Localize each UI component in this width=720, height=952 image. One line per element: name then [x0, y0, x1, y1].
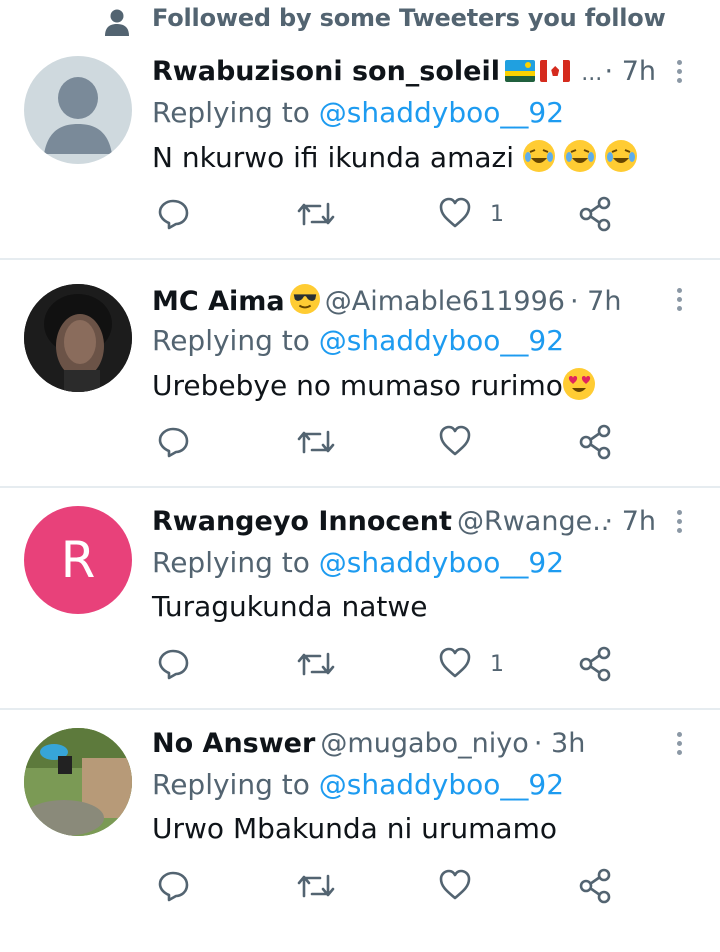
more-options-icon[interactable]: [676, 732, 684, 760]
share-icon: [579, 424, 611, 460]
tweet-time[interactable]: · 3h: [534, 728, 585, 759]
author-handle-ellipsis: ...: [581, 61, 603, 86]
tweet-time[interactable]: · 7h: [605, 506, 656, 537]
reply-context: Replying to @shaddyboo__92: [152, 96, 564, 129]
more-options-icon[interactable]: [676, 288, 684, 316]
retweet-icon: [297, 430, 335, 454]
author-handle[interactable]: @mugabo_niyo: [320, 728, 528, 759]
like-count: 1: [490, 202, 504, 227]
author-name[interactable]: MC Aima: [152, 286, 285, 317]
heart-icon: [439, 647, 471, 678]
reply-mention-link[interactable]: @shaddyboo__92: [319, 546, 564, 579]
profile-photo-icon: [24, 728, 132, 836]
reply-prefix: Replying to: [152, 546, 310, 579]
reply-mention-link[interactable]: @shaddyboo__92: [319, 324, 564, 357]
tears-of-joy-emoji-icon: [522, 140, 555, 172]
reply-context: Replying to @shaddyboo__92: [152, 768, 564, 801]
tears-of-joy-emoji-icon: [563, 140, 596, 172]
retweet-icon: [297, 202, 335, 226]
reply-prefix: Replying to: [152, 768, 310, 801]
reply-prefix: Replying to: [152, 96, 310, 129]
avatar[interactable]: [24, 728, 132, 836]
divider: [0, 708, 720, 710]
avatar[interactable]: R: [24, 506, 132, 614]
author-name[interactable]: Rwangeyo Innocent: [152, 506, 452, 537]
like-button[interactable]: [438, 424, 518, 464]
avatar[interactable]: [24, 56, 132, 164]
like-button[interactable]: [438, 868, 518, 908]
more-options-icon[interactable]: [676, 60, 684, 88]
heart-icon: [439, 425, 471, 456]
tweet-actions: 1: [152, 646, 632, 686]
tweet-time[interactable]: · 7h: [605, 56, 656, 87]
reply-context: Replying to @shaddyboo__92: [152, 546, 564, 579]
tweet-actions: [152, 868, 632, 908]
reply-icon: [158, 871, 189, 902]
person-icon: [105, 9, 129, 36]
share-icon: [579, 646, 611, 682]
reply-icon: [158, 649, 189, 680]
banner-text: Followed by some Tweeters you follow: [152, 4, 666, 32]
tweet[interactable]: R Rwangeyo Innocent @Rwange... · 7h Repl…: [0, 506, 720, 730]
tweet-time[interactable]: · 7h: [570, 286, 621, 317]
tweet-body: Turagukunda natwe: [152, 590, 428, 623]
author-handle[interactable]: @Aimable611996: [325, 286, 565, 317]
tweet-text: Turagukunda natwe: [152, 590, 427, 623]
like-button[interactable]: 1: [438, 646, 518, 686]
sunglasses-emoji-icon: [289, 284, 320, 314]
tweet-actions: [152, 424, 632, 464]
tweet-actions: 1: [152, 196, 632, 236]
tweet-body: N nkurwo ifi ikunda amazi: [152, 141, 514, 174]
tweet-body: Urwo Mbakunda ni urumamo: [152, 812, 557, 845]
reply-prefix: Replying to: [152, 324, 310, 357]
tweet-text: N nkurwo ifi ikunda amazi: [152, 140, 637, 174]
tweet-text: Urwo Mbakunda ni urumamo: [152, 812, 557, 845]
like-count: 1: [490, 652, 504, 677]
author-name[interactable]: No Answer: [152, 728, 315, 759]
tweet[interactable]: Rwabuzisoni son_soleil ... · 7h Replying…: [0, 56, 720, 280]
reply-mention-link[interactable]: @shaddyboo__92: [319, 96, 564, 129]
reply-icon: [158, 427, 189, 458]
canada-flag-icon: [540, 60, 571, 82]
tweet[interactable]: No Answer @mugabo_niyo · 3h Replying to …: [0, 728, 720, 952]
heart-icon: [439, 197, 471, 228]
author-handle[interactable]: @Rwange...: [457, 506, 612, 537]
divider: [0, 486, 720, 488]
avatar[interactable]: [24, 284, 132, 392]
share-icon: [579, 868, 611, 904]
heart-icon: [439, 869, 471, 900]
avatar-letter: R: [60, 531, 96, 589]
social-context-banner: Followed by some Tweeters you follow: [0, 0, 720, 40]
reply-icon: [158, 199, 189, 230]
default-avatar-icon: [44, 77, 112, 154]
profile-photo-icon: [24, 284, 132, 392]
reply-mention-link[interactable]: @shaddyboo__92: [319, 768, 564, 801]
more-options-icon[interactable]: [676, 510, 684, 538]
reply-context: Replying to @shaddyboo__92: [152, 324, 564, 357]
retweet-icon: [297, 652, 335, 676]
rwanda-flag-icon: [505, 60, 536, 82]
tweet-text: Urebebye no mumaso rurimo: [152, 368, 595, 402]
heart-eyes-emoji-icon: [562, 368, 595, 400]
author-name[interactable]: Rwabuzisoni son_soleil: [152, 56, 500, 87]
tweet-body: Urebebye no mumaso rurimo: [152, 369, 563, 402]
divider: [0, 258, 720, 260]
share-icon: [579, 196, 611, 232]
retweet-icon: [297, 874, 335, 898]
tweet[interactable]: MC Aima @Aimable611996 · 7h Replying to …: [0, 284, 720, 508]
tears-of-joy-emoji-icon: [604, 140, 637, 172]
like-button[interactable]: 1: [438, 196, 518, 236]
